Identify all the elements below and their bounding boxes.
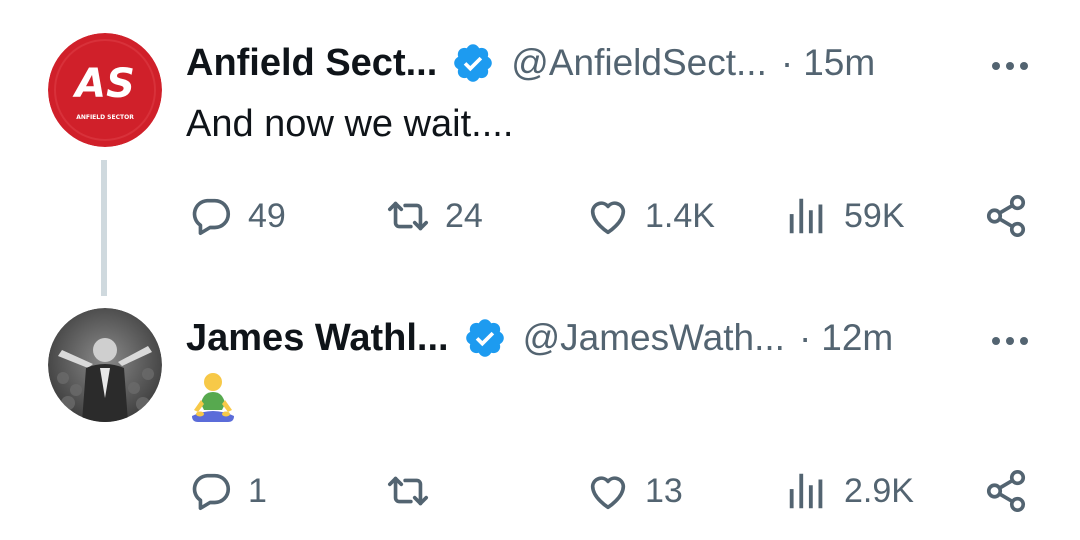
verified-badge-icon — [465, 319, 504, 357]
view-count: 2.9K — [844, 471, 914, 510]
tweet[interactable]: AS ANFIELD SECTOR Anfield Sect... @Anfie… — [0, 0, 1080, 300]
share-button[interactable] — [983, 186, 1029, 246]
repost-icon — [387, 201, 429, 231]
views-chart-icon — [789, 473, 823, 509]
user-handle[interactable]: @AnfieldSect... — [511, 42, 767, 84]
reply-button[interactable]: 1 — [188, 461, 267, 521]
like-button[interactable]: 13 — [585, 461, 683, 521]
share-icon — [986, 470, 1026, 512]
timestamp[interactable]: 15m — [803, 42, 875, 84]
views-chart-icon — [789, 198, 823, 234]
person-in-lotus-position-emoji — [192, 373, 234, 422]
repost-button[interactable] — [385, 461, 445, 521]
avatar[interactable]: AS ANFIELD SECTOR — [48, 33, 162, 147]
svg-text:ANFIELD SECTOR: ANFIELD SECTOR — [76, 114, 134, 121]
reply-icon — [192, 473, 231, 511]
view-count: 59K — [844, 196, 905, 235]
share-icon — [986, 195, 1026, 237]
reply-icon — [192, 198, 231, 236]
separator-dot: · — [780, 42, 794, 83]
tweet-text: And now we wait.... — [186, 103, 514, 145]
more-options-icon[interactable] — [992, 337, 1028, 345]
display-name[interactable]: Anfield Sect... — [186, 42, 437, 85]
avatar[interactable] — [48, 308, 162, 422]
tweet-header: James Wathl... @JamesWath... · 12m — [186, 308, 893, 368]
action-bar: 1 13 2.9K — [0, 461, 1080, 521]
repost-count: 24 — [445, 196, 483, 235]
share-button[interactable] — [983, 461, 1029, 521]
heart-icon — [590, 201, 626, 235]
verified-badge-icon — [454, 44, 493, 82]
display-name[interactable]: James Wathl... — [186, 317, 449, 360]
views-button[interactable]: 59K — [784, 186, 905, 246]
timestamp[interactable]: 12m — [821, 317, 893, 359]
like-count: 1.4K — [645, 196, 715, 235]
reply-count: 49 — [248, 196, 286, 235]
like-button[interactable]: 1.4K — [585, 186, 715, 246]
reply-count: 1 — [248, 471, 267, 510]
separator-dot: · — [798, 317, 812, 358]
reply-button[interactable]: 49 — [188, 186, 286, 246]
repost-button[interactable]: 24 — [385, 186, 483, 246]
heart-icon — [590, 476, 626, 510]
tweet-header: Anfield Sect... @AnfieldSect... · 15m — [186, 33, 875, 93]
action-bar: 49 24 1.4K 59K — [0, 186, 1080, 246]
like-count: 13 — [645, 471, 683, 510]
views-button[interactable]: 2.9K — [784, 461, 914, 521]
user-handle[interactable]: @JamesWath... — [523, 317, 785, 359]
tweet[interactable]: James Wathl... @JamesWath... · 12m 1 13 — [0, 300, 1080, 540]
svg-text:AS: AS — [72, 61, 135, 107]
repost-icon — [387, 476, 429, 506]
more-options-icon[interactable] — [992, 62, 1028, 70]
